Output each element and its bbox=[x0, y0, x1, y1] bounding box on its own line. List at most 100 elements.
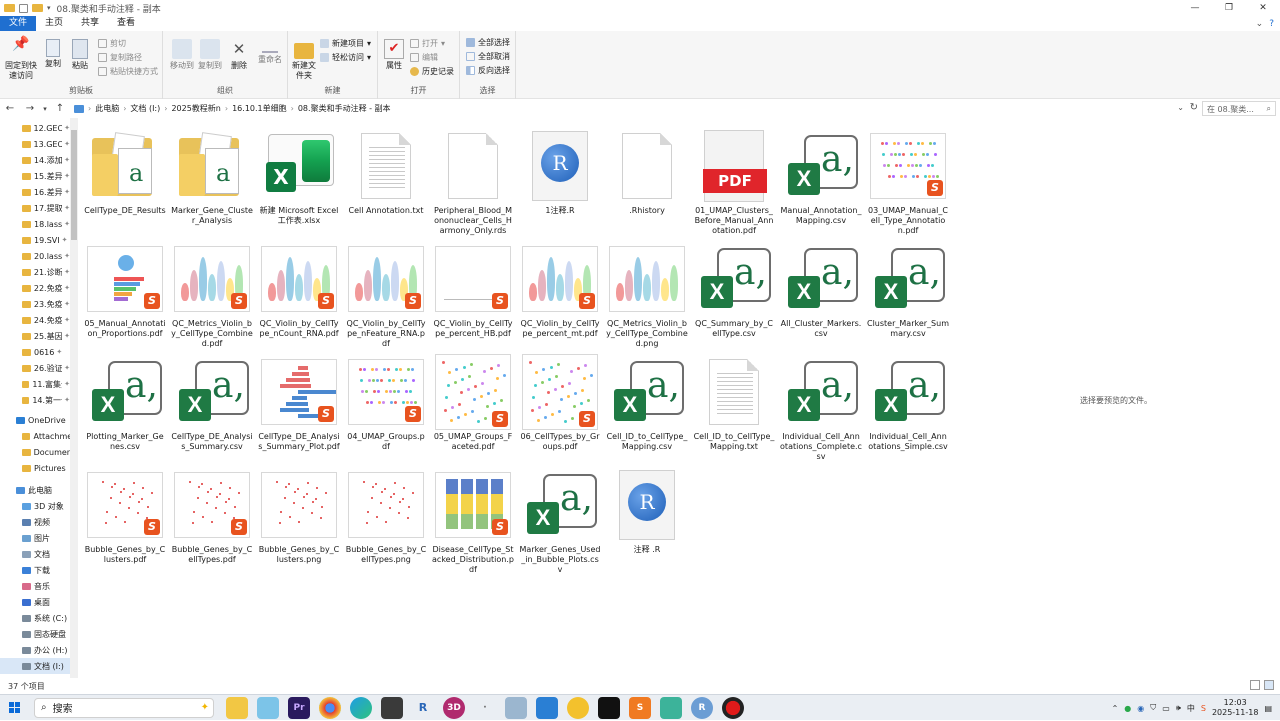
back-arrow-icon[interactable]: ← bbox=[0, 103, 20, 114]
nav-pc-item[interactable]: 文档 bbox=[0, 546, 70, 562]
recorder-app-icon[interactable] bbox=[722, 696, 744, 719]
file-item[interactable]: a, X Cluster_Marker_Summary.csv bbox=[865, 239, 951, 339]
file-item[interactable]: S QC_Violin_by_CellType_percent_HB.pdf bbox=[430, 239, 516, 339]
crumb-tutorial[interactable]: 2025教程新n bbox=[171, 103, 220, 114]
file-item[interactable]: S 03_UMAP_Manual_Cell_Type_Annotation.pdf bbox=[865, 126, 951, 236]
nav-pc-item[interactable]: 办公 (H:) bbox=[0, 642, 70, 658]
nav-pc-item[interactable]: 文档 (I:) bbox=[0, 658, 70, 674]
easy-access-button[interactable]: 轻松访问 ▾ bbox=[320, 51, 371, 63]
nav-quick-item[interactable]: 17.提取 ✦ bbox=[0, 200, 70, 216]
paint-app-icon[interactable] bbox=[257, 696, 279, 719]
nav-onedrive[interactable]: OneDrive bbox=[0, 412, 70, 428]
new-folder-button[interactable]: 新建文件夹 bbox=[290, 39, 318, 81]
shield-icon[interactable]: ⛉ bbox=[1150, 703, 1156, 713]
history-button[interactable]: 历史记录 bbox=[410, 65, 454, 77]
select-none-button[interactable]: 全部取消 bbox=[466, 50, 510, 62]
file-item[interactable]: a, X All_Cluster_Markers.csv bbox=[778, 239, 864, 339]
screen-app-icon[interactable] bbox=[660, 696, 682, 719]
file-item[interactable]: a CellType_DE_Results bbox=[82, 126, 168, 216]
refresh-icon[interactable]: ↻ bbox=[1190, 102, 1198, 113]
sublime-app-icon[interactable]: S bbox=[629, 696, 651, 719]
chrome-app-icon[interactable] bbox=[319, 696, 341, 719]
nav-pc-item[interactable]: 系统 (C:) bbox=[0, 610, 70, 626]
nav-quick-item[interactable]: 26.验证 ✦ bbox=[0, 360, 70, 376]
taskbar-search[interactable]: ⌕ 搜索 ✦ bbox=[34, 697, 214, 718]
file-item[interactable]: a, X QC_Summary_by_CellType.csv bbox=[691, 239, 777, 339]
file-item[interactable]: S Bubble_Genes_by_CellTypes.pdf bbox=[169, 465, 255, 565]
crumb-current[interactable]: 08.聚类和手动注释 - 副本 bbox=[298, 103, 391, 114]
file-item[interactable]: S 05_Manual_Annotation_Proportions.pdf bbox=[82, 239, 168, 339]
nav-pc-item[interactable]: 图片 bbox=[0, 530, 70, 546]
nav-quick-item[interactable]: 12.GEO ✦ bbox=[0, 120, 70, 136]
nav-quick-item[interactable]: 0616 ✦ bbox=[0, 344, 70, 360]
nav-quick-item[interactable]: 23.免疫 ✦ bbox=[0, 296, 70, 312]
nav-quick-item[interactable]: 25.基因 ✦ bbox=[0, 328, 70, 344]
details-view-icon[interactable] bbox=[1250, 680, 1260, 690]
scroll-thumb[interactable] bbox=[71, 130, 77, 240]
nav-quick-item[interactable]: 19.SVI ✦ bbox=[0, 232, 70, 248]
file-item[interactable]: S QC_Violin_by_CellType_nFeature_RNA.pdf bbox=[343, 239, 429, 349]
tab-file[interactable]: 文件 bbox=[0, 16, 37, 31]
close-button[interactable]: ✕ bbox=[1246, 0, 1280, 16]
cut-button[interactable]: 剪切 bbox=[98, 37, 126, 49]
file-item[interactable]: Bubble_Genes_by_CellTypes.png bbox=[343, 465, 429, 565]
large-icons-view-icon[interactable] bbox=[1264, 680, 1274, 690]
wechat-icon[interactable]: ● bbox=[1124, 704, 1131, 713]
copy-button[interactable]: 复制 bbox=[42, 39, 64, 69]
file-item[interactable]: a, X Manual_Annotation_Mapping.csv bbox=[778, 126, 864, 226]
recent-dropdown-icon[interactable]: ▾ bbox=[40, 105, 50, 113]
paint-brush-app-icon[interactable] bbox=[567, 696, 589, 719]
file-item[interactable]: a, X Plotting_Marker_Genes.csv bbox=[82, 352, 168, 452]
file-item[interactable]: S 04_UMAP_Groups.pdf bbox=[343, 352, 429, 452]
file-item[interactable]: Bubble_Genes_by_Clusters.png bbox=[256, 465, 342, 565]
file-item[interactable]: a Marker_Gene_Cluster_Analysis bbox=[169, 126, 255, 226]
file-item[interactable]: a, X Individual_Cell_Annotations_Simple.cs… bbox=[865, 352, 951, 452]
tray-dots-icon[interactable]: · bbox=[474, 697, 496, 719]
file-item[interactable]: S Disease_CellType_Stacked_Distribution.p… bbox=[430, 465, 516, 575]
edit-button[interactable]: 编辑 bbox=[410, 51, 438, 63]
network-icon[interactable]: ▭ bbox=[1162, 704, 1170, 713]
search-input[interactable]: 在 08.聚类... ⌕ bbox=[1202, 101, 1276, 116]
crumb-singlecell[interactable]: 16.10.1单细胞 bbox=[232, 103, 287, 114]
nav-this-pc[interactable]: 此电脑 bbox=[0, 482, 70, 498]
3d-app-icon[interactable]: 3D bbox=[443, 696, 465, 719]
pin-quick-access-button[interactable]: 📌 固定到快速访问 bbox=[3, 37, 39, 81]
checkbox-icon[interactable] bbox=[19, 3, 28, 13]
notification-icon[interactable]: ▤ bbox=[1264, 704, 1272, 713]
edge-app-icon[interactable] bbox=[350, 696, 372, 719]
file-item[interactable]: Peripheral_Blood_Mononuclear_Cells_Harmo… bbox=[430, 126, 516, 236]
copy-path-button[interactable]: 复制路径 bbox=[98, 51, 142, 63]
minimize-button[interactable]: — bbox=[1178, 0, 1212, 16]
start-button[interactable] bbox=[0, 695, 28, 721]
delete-button[interactable]: ✕ 删除 bbox=[227, 39, 251, 71]
collapse-ribbon-icon[interactable]: ⌄ bbox=[1256, 19, 1264, 29]
nav-onedrive-item[interactable]: Attachme bbox=[0, 428, 70, 444]
security-icon[interactable]: ◉ bbox=[1137, 704, 1144, 713]
nav-quick-item[interactable]: 11.富集分✦ bbox=[0, 376, 70, 392]
nav-pc-item[interactable]: 视频 bbox=[0, 514, 70, 530]
file-item[interactable]: R 1注释.R bbox=[517, 126, 603, 216]
up-arrow-icon[interactable]: ↑ bbox=[50, 103, 70, 114]
file-item[interactable]: a, X Individual_Cell_Annotations_Complete.… bbox=[778, 352, 864, 462]
nav-quick-item[interactable]: 24.免疫 ✦ bbox=[0, 312, 70, 328]
settings-app-icon[interactable] bbox=[381, 696, 403, 719]
invert-selection-button[interactable]: 反向选择 bbox=[466, 64, 510, 76]
rstudio-app-icon[interactable]: R bbox=[691, 696, 713, 719]
nav-quick-item[interactable]: 13.GEO ✦ bbox=[0, 136, 70, 152]
ime-lang[interactable]: 中 bbox=[1187, 703, 1195, 714]
file-item[interactable]: a, X Marker_Genes_Used_in_Bubble_Plots.csv bbox=[517, 465, 603, 575]
nav-pc-item[interactable]: 桌面 bbox=[0, 594, 70, 610]
nav-pc-item[interactable]: 下载 bbox=[0, 562, 70, 578]
file-item[interactable]: PDF 01_UMAP_Clusters_Before_Manual_Annota… bbox=[691, 126, 777, 236]
nav-pc-item[interactable]: 音乐 bbox=[0, 578, 70, 594]
paste-button[interactable]: 粘贴 bbox=[68, 39, 92, 71]
copy-to-button[interactable]: 复制到 bbox=[197, 39, 223, 71]
nav-quick-item[interactable]: 14.添加 ✦ bbox=[0, 152, 70, 168]
premiere-app-icon[interactable]: Pr bbox=[288, 696, 310, 719]
file-item[interactable]: QC_Metrics_Violin_by_CellType_Combined.p… bbox=[604, 239, 690, 349]
file-item[interactable]: Cell Annotation.txt bbox=[343, 126, 429, 216]
sogou-icon[interactable]: S bbox=[1201, 704, 1206, 713]
file-item[interactable]: S QC_Metrics_Violin_by_CellType_Combined.… bbox=[169, 239, 255, 349]
nav-quick-item[interactable]: 21.诊断 ✦ bbox=[0, 264, 70, 280]
file-item[interactable]: S Bubble_Genes_by_Clusters.pdf bbox=[82, 465, 168, 565]
